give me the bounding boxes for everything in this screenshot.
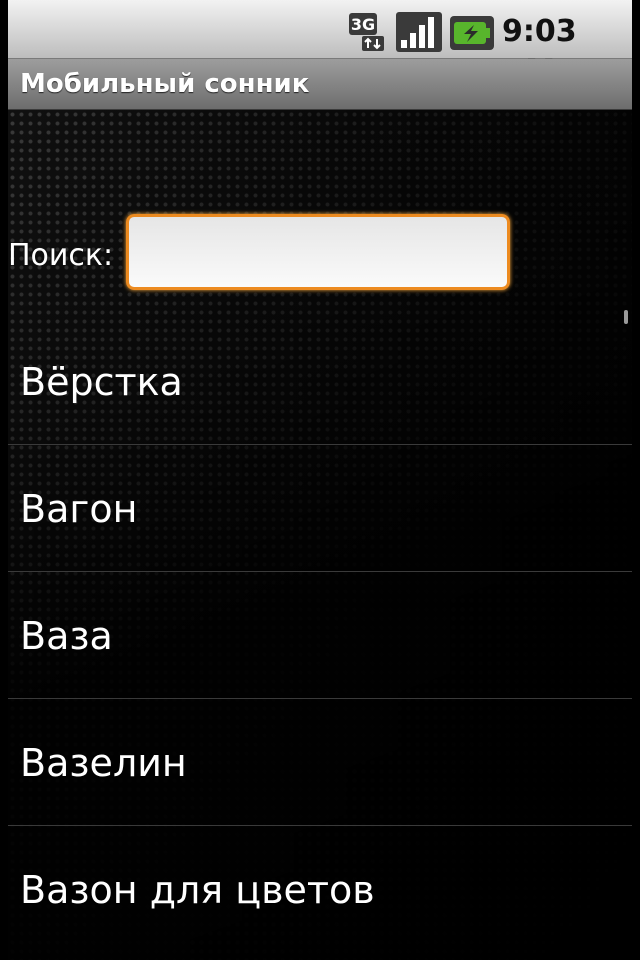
list-item-label: Ваза	[20, 614, 113, 658]
list-item[interactable]: Вазелин	[8, 699, 632, 826]
search-label: Поиск:	[8, 238, 114, 273]
list-item[interactable]: Вазон для цветов	[8, 826, 632, 952]
content-area: Поиск: Вёрстка Вагон Ваза Вазелин Вазон …	[8, 110, 632, 960]
svg-text:3G: 3G	[351, 15, 375, 34]
list-item[interactable]: Вагон	[8, 445, 632, 572]
status-bar: 3G 9:03 AM	[8, 0, 632, 89]
battery-charging-icon	[450, 16, 494, 50]
app-title: Мобильный сонник	[20, 69, 310, 99]
signal-strength-icon	[396, 12, 442, 52]
list-item[interactable]: Ваза	[8, 572, 632, 699]
list-item-label: Вазелин	[20, 741, 187, 785]
title-bar: Мобильный сонник	[8, 59, 632, 110]
app-screen: 3G 9:03 AM Мобильный сонник	[8, 0, 632, 960]
list-item-label: Вагон	[20, 487, 138, 531]
search-input[interactable]	[126, 214, 510, 290]
word-list: Вёрстка Вагон Ваза Вазелин Вазон для цве…	[8, 318, 632, 952]
search-row: Поиск:	[8, 214, 632, 298]
list-item-label: Вазон для цветов	[20, 868, 375, 912]
network-3g-icon: 3G	[349, 13, 384, 51]
device-frame: 3G 9:03 AM Мобильный сонник	[0, 0, 640, 960]
status-clock: 9:03 AM	[502, 14, 577, 89]
list-item[interactable]: Вёрстка	[8, 318, 632, 445]
list-item-label: Вёрстка	[20, 360, 183, 404]
